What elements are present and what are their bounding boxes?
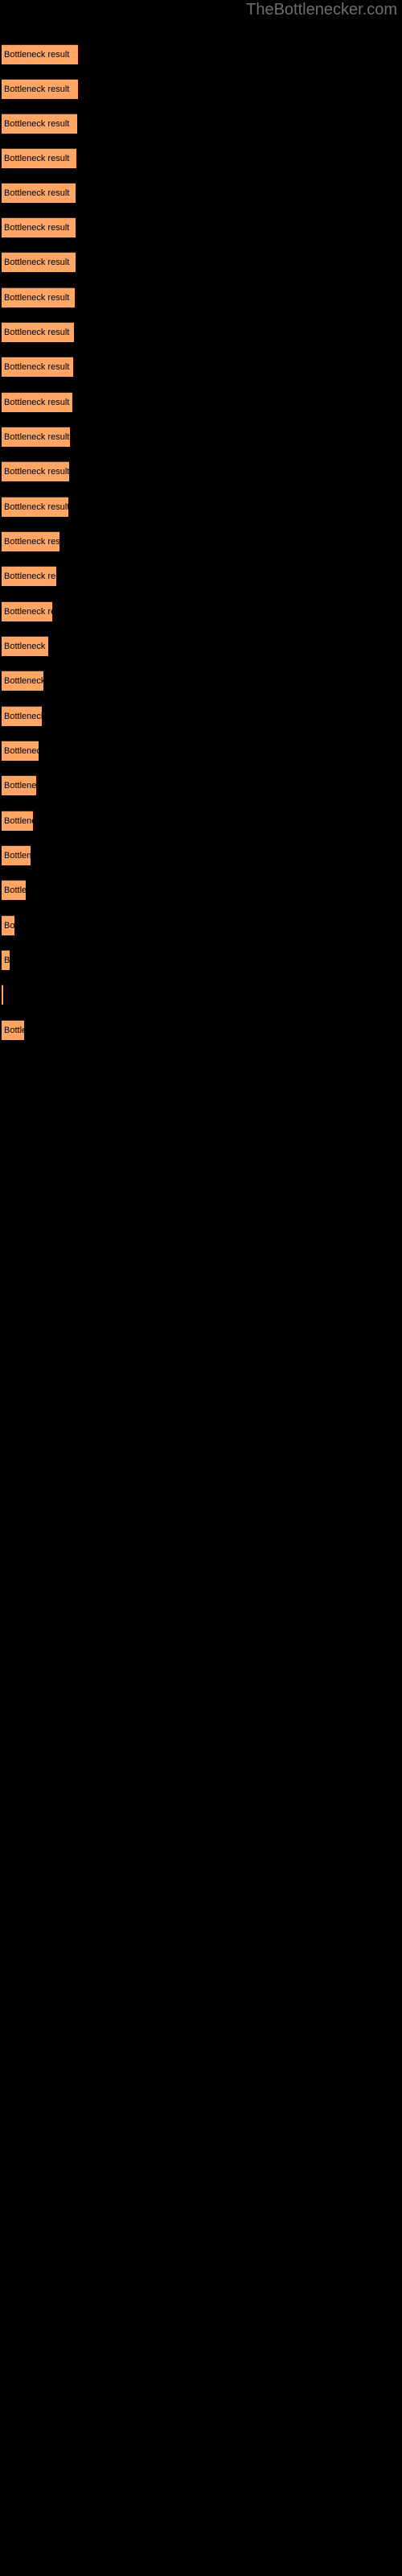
chart-page: TheBottlenecker.com Bottleneck result Bot… <box>0 0 402 2576</box>
bar-29[interactable]: Bottleneck result <box>2 1020 24 1040</box>
bar-label: Bottleneck result <box>4 572 56 581</box>
bar-28[interactable]: Bottleneck result <box>2 985 3 1005</box>
bar-label: Bottleneck result <box>4 188 70 198</box>
bar-22[interactable]: Bottleneck result <box>2 775 36 795</box>
bar-label: Bottleneck result <box>4 537 59 547</box>
bar-label: Bottleneck result <box>4 816 33 826</box>
bar-5[interactable]: Bottleneck result <box>2 183 76 203</box>
bar-label: Bottleneck result <box>4 886 26 895</box>
bar-25[interactable]: Bottleneck result <box>2 880 26 900</box>
bar-label: Bottleneck result <box>4 712 42 721</box>
bar-label: Bottleneck result <box>4 1026 24 1035</box>
bar-label: Bottleneck result <box>4 851 31 861</box>
bar-27[interactable]: Bottleneck result <box>2 950 10 970</box>
bar-label: Bottleneck result <box>4 50 70 60</box>
bar-label: Bottleneck result <box>4 746 39 756</box>
bar-16[interactable]: Bottleneck result <box>2 566 56 586</box>
bar-label: Bottleneck result <box>4 328 70 337</box>
bar-label: Bottleneck result <box>4 607 52 617</box>
bar-21[interactable]: Bottleneck result <box>2 741 39 761</box>
bar-label: Bottleneck result <box>4 398 70 407</box>
bar-label: Bottleneck result <box>4 258 70 267</box>
bar-7[interactable]: Bottleneck result <box>2 252 76 272</box>
bar-8[interactable]: Bottleneck result <box>2 287 75 308</box>
bar-9[interactable]: Bottleneck result <box>2 322 74 342</box>
bar-11[interactable]: Bottleneck result <box>2 392 72 412</box>
bar-3[interactable]: Bottleneck result <box>2 114 77 134</box>
bar-26[interactable]: Bottleneck result <box>2 915 14 935</box>
bar-label: Bottleneck result <box>4 642 48 651</box>
bar-chart-plot-area: Bottleneck result Bottleneck result Bottle… <box>0 0 402 2576</box>
bar-24[interactable]: Bottleneck result <box>2 845 31 865</box>
bar-label: Bottleneck result <box>4 293 70 303</box>
bar-label: Bottleneck result <box>4 154 70 163</box>
bar-4[interactable]: Bottleneck result <box>2 148 76 168</box>
bar-label: Bottleneck result <box>4 85 70 94</box>
bar-label: Bottleneck result <box>4 362 70 372</box>
bar-12[interactable]: Bottleneck result <box>2 427 70 447</box>
bar-label: Bottleneck result <box>4 467 69 477</box>
bar-19[interactable]: Bottleneck result <box>2 671 43 691</box>
bar-1[interactable]: Bottleneck result <box>2 44 78 64</box>
bar-label: Bottleneck result <box>4 502 68 512</box>
bar-6[interactable]: Bottleneck result <box>2 217 76 237</box>
bar-label: Bottleneck result <box>4 956 10 965</box>
bar-13[interactable]: Bottleneck result <box>2 461 69 481</box>
bar-15[interactable]: Bottleneck result <box>2 531 59 551</box>
bar-17[interactable]: Bottleneck result <box>2 601 52 621</box>
bar-label: Bottleneck result <box>4 119 70 129</box>
bar-10[interactable]: Bottleneck result <box>2 357 73 377</box>
bar-20[interactable]: Bottleneck result <box>2 706 42 726</box>
bar-label: Bottleneck result <box>4 676 43 686</box>
bar-label: Bottleneck result <box>4 921 14 931</box>
bar-label: Bottleneck result <box>4 432 70 442</box>
bar-2[interactable]: Bottleneck result <box>2 79 78 99</box>
bar-label: Bottleneck result <box>4 781 36 791</box>
bar-label: Bottleneck result <box>4 223 70 233</box>
bar-23[interactable]: Bottleneck result <box>2 811 33 831</box>
bar-14[interactable]: Bottleneck result <box>2 497 68 517</box>
bar-18[interactable]: Bottleneck result <box>2 636 48 656</box>
